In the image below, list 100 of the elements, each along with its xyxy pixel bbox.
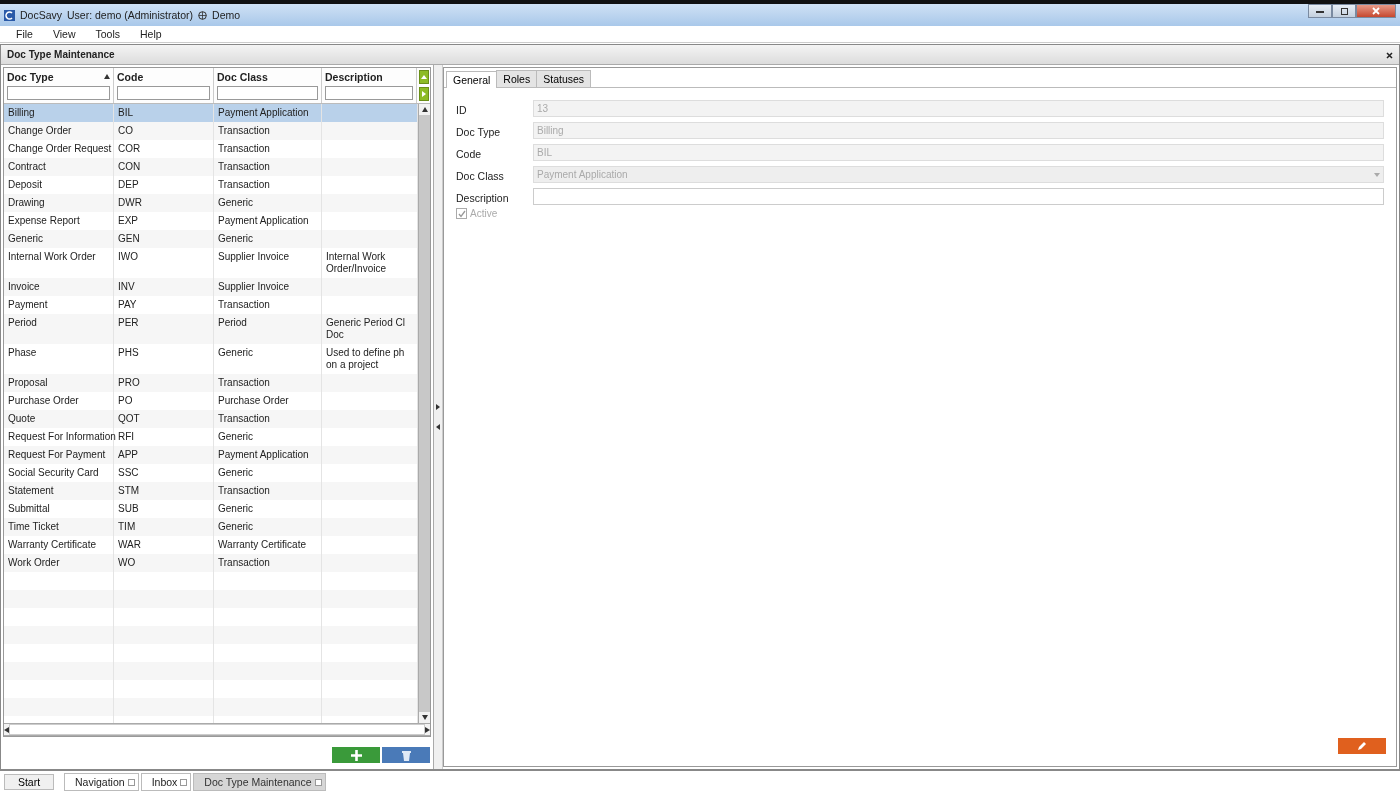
field-label: Code [456, 146, 483, 160]
table-row[interactable]: Internal Work Order IWO Supplier Invoice Internal Work Order/Invoice [4, 248, 418, 278]
column-header[interactable]: Code [117, 70, 210, 83]
table-cell: QOT [118, 413, 140, 424]
table-cell: BIL [118, 107, 133, 118]
scroll-up-button[interactable] [418, 70, 429, 84]
scroll-right-arrow-icon[interactable] [425, 726, 430, 733]
table-cell: COR [118, 143, 141, 154]
plus-icon [350, 749, 362, 761]
table-cell: Transaction [218, 485, 270, 496]
column-header[interactable]: Doc Type [7, 70, 110, 83]
table-cell: PHS [118, 347, 139, 358]
table-cell: Contract [8, 161, 46, 172]
table-cell: Change Order [8, 125, 72, 136]
table-cell: GEN [118, 233, 140, 244]
taskbar-tab-label: Navigation [75, 776, 125, 788]
tab[interactable]: Roles [496, 70, 538, 87]
scrollbar-thumb[interactable] [9, 724, 425, 735]
scroll-right-button[interactable] [418, 87, 429, 101]
table-cell: Quote [8, 413, 36, 424]
table-cell: Transaction [218, 299, 270, 310]
table-cell: RFI [118, 431, 135, 442]
expand-right-icon[interactable] [436, 404, 440, 410]
field-label: Description [456, 190, 510, 204]
filter-field[interactable] [117, 86, 210, 100]
table-cell: Generic [218, 431, 253, 442]
tab[interactable]: General [446, 71, 498, 88]
taskbar-tab[interactable]: Doc Type Maintenance [193, 773, 326, 791]
table-cell: Supplier Invoice [218, 251, 290, 262]
close-button[interactable] [1356, 4, 1396, 18]
table-cell: Work Order [8, 557, 60, 568]
table-cell: SSC [118, 467, 139, 478]
horizontal-scrollbar[interactable] [4, 723, 430, 736]
trash-icon [401, 749, 411, 761]
table-cell: INV [118, 281, 135, 292]
table-cell: WAR [118, 539, 141, 550]
taskbar-tab[interactable]: Inbox [140, 773, 192, 791]
app-name: DocSavy [20, 9, 62, 21]
taskbar-tab[interactable]: Navigation [64, 773, 139, 791]
table-cell: Transaction [218, 161, 270, 172]
globe-icon [198, 10, 208, 20]
table-cell: IWO [118, 251, 138, 262]
menu-item[interactable]: View [42, 28, 86, 40]
filter-field[interactable] [217, 86, 318, 100]
table-cell: Transaction [218, 179, 270, 190]
filter-field[interactable] [7, 86, 110, 100]
user-info: User: demo (Administrator) [67, 9, 194, 21]
filter-field[interactable] [325, 86, 413, 100]
collapse-left-icon[interactable] [436, 424, 440, 430]
column-header[interactable]: Description [325, 70, 413, 83]
table-cell: Period [218, 317, 247, 328]
edit-button[interactable] [1338, 738, 1386, 754]
delete-button[interactable] [382, 747, 430, 763]
up-arrow-icon [420, 75, 427, 79]
table-row[interactable]: Period PER Period Generic Period Cl Doc [4, 314, 418, 344]
table-cell: Used to define ph on a project [326, 347, 405, 370]
table-cell: Warranty Certificate [8, 539, 96, 550]
table-cell: STM [118, 485, 140, 496]
table-cell: Invoice [8, 281, 40, 292]
table-row[interactable]: Invoice INV Supplier Invoice [4, 278, 418, 296]
table-cell: CON [118, 161, 141, 172]
table-cell: Request For Information [8, 431, 116, 442]
table-row[interactable]: Phase PHS Generic Used to define ph on a project [4, 344, 418, 374]
dropdown-arrow-icon [1374, 172, 1380, 177]
tab[interactable]: Statuses [536, 70, 592, 87]
table-cell: DEP [118, 179, 139, 190]
table-cell: PO [118, 395, 133, 406]
scroll-left-arrow-icon[interactable] [4, 726, 9, 733]
column-header[interactable]: Doc Class [217, 70, 318, 83]
table-cell: Social Security Card [8, 467, 99, 478]
table-cell: APP [118, 449, 138, 460]
table-cell: Transaction [218, 125, 270, 136]
checkmark-icon [457, 209, 466, 218]
table-cell: Payment [8, 299, 48, 310]
menu-item[interactable]: File [6, 28, 43, 40]
table-cell: Warranty Certificate [218, 539, 306, 550]
menu-item[interactable]: Tools [85, 28, 130, 40]
table-row[interactable]: Billing BIL Payment Application [4, 104, 418, 122]
start-button[interactable]: Start [4, 774, 54, 790]
table-cell: Request For Payment [8, 449, 106, 460]
field-label: Doc Type [456, 124, 502, 138]
table-cell: Generic [218, 503, 253, 514]
table-cell: Supplier Invoice [218, 281, 290, 292]
table-cell: Generic [218, 233, 253, 244]
vertical-scrollbar[interactable] [418, 104, 430, 723]
input-field[interactable] [533, 188, 1384, 205]
table-cell: Transaction [218, 377, 270, 388]
table-cell: Change Order Request [8, 143, 112, 154]
table-cell: DWR [118, 197, 142, 208]
maximize-button[interactable] [1332, 4, 1356, 18]
table-cell: SUB [118, 503, 139, 514]
add-button[interactable] [332, 747, 380, 763]
scroll-up-arrow-icon[interactable] [421, 107, 428, 112]
menu-item[interactable]: Help [130, 28, 172, 40]
table-row[interactable]: Payment PAY Transaction [4, 296, 418, 314]
table-cell: Proposal [8, 377, 48, 388]
minimize-button[interactable] [1308, 4, 1332, 18]
checkbox-label: Active [470, 208, 498, 219]
taskbar-tab-label: Doc Type Maintenance [204, 776, 312, 788]
scroll-down-arrow-icon[interactable] [421, 715, 428, 720]
